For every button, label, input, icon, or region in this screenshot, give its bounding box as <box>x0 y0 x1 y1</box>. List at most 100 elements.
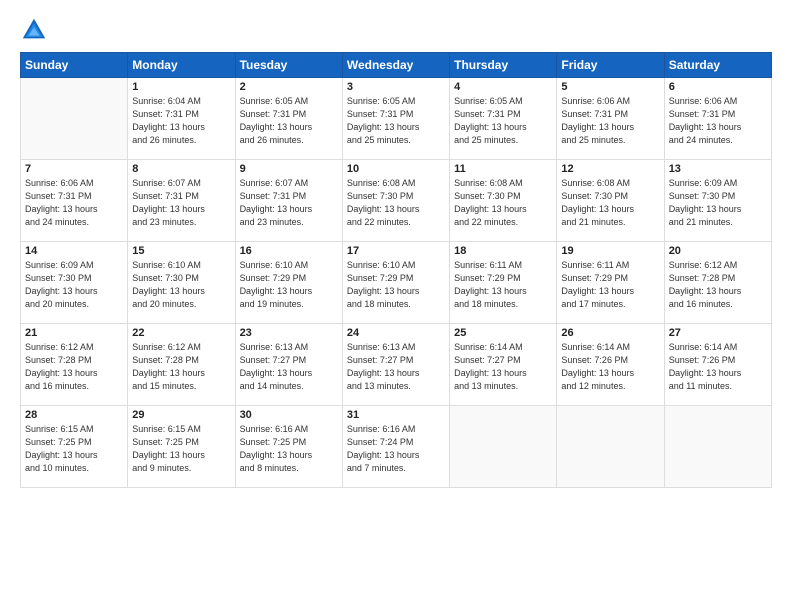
calendar-week-2: 7 Sunrise: 6:06 AM Sunset: 7:31 PM Daylig… <box>21 160 772 242</box>
day-number: 26 <box>561 327 659 339</box>
day-number: 3 <box>347 81 445 93</box>
calendar-cell: 27 Sunrise: 6:14 AM Sunset: 7:26 PM Dayli… <box>664 324 771 406</box>
day-number: 12 <box>561 163 659 175</box>
calendar-cell: 21 Sunrise: 6:12 AM Sunset: 7:28 PM Dayli… <box>21 324 128 406</box>
day-content: Sunrise: 6:14 AM Sunset: 7:26 PM Dayligh… <box>561 341 659 393</box>
calendar-cell: 12 Sunrise: 6:08 AM Sunset: 7:30 PM Dayli… <box>557 160 664 242</box>
calendar-cell: 25 Sunrise: 6:14 AM Sunset: 7:27 PM Dayli… <box>450 324 557 406</box>
calendar-cell: 29 Sunrise: 6:15 AM Sunset: 7:25 PM Dayli… <box>128 406 235 488</box>
day-content: Sunrise: 6:06 AM Sunset: 7:31 PM Dayligh… <box>25 177 123 229</box>
day-content: Sunrise: 6:06 AM Sunset: 7:31 PM Dayligh… <box>561 95 659 147</box>
calendar-cell: 13Sunrise: 6:09 AM Sunset: 7:30 PM Dayli… <box>664 160 771 242</box>
day-number: 15 <box>132 245 230 257</box>
calendar-cell <box>664 406 771 488</box>
day-number: 14 <box>25 245 123 257</box>
day-number: 11 <box>454 163 552 175</box>
day-content: Sunrise: 6:09 AM Sunset: 7:30 PM Dayligh… <box>25 259 123 311</box>
day-number: 22 <box>132 327 230 339</box>
day-number: 17 <box>347 245 445 257</box>
weekday-header-row: SundayMondayTuesdayWednesdayThursdayFrid… <box>21 53 772 78</box>
day-number: 16 <box>240 245 338 257</box>
day-content: Sunrise: 6:10 AM Sunset: 7:29 PM Dayligh… <box>240 259 338 311</box>
calendar-cell: 19 Sunrise: 6:11 AM Sunset: 7:29 PM Dayli… <box>557 242 664 324</box>
day-number: 18 <box>454 245 552 257</box>
day-content: Sunrise: 6:08 AM Sunset: 7:30 PM Dayligh… <box>454 177 552 229</box>
calendar-cell: 28Sunrise: 6:15 AM Sunset: 7:25 PM Dayli… <box>21 406 128 488</box>
day-content: Sunrise: 6:12 AM Sunset: 7:28 PM Dayligh… <box>669 259 767 311</box>
day-number: 23 <box>240 327 338 339</box>
calendar-cell: 7 Sunrise: 6:06 AM Sunset: 7:31 PM Daylig… <box>21 160 128 242</box>
day-number: 25 <box>454 327 552 339</box>
day-number: 4 <box>454 81 552 93</box>
weekday-header-sunday: Sunday <box>21 53 128 78</box>
logo <box>20 16 50 44</box>
day-content: Sunrise: 6:13 AM Sunset: 7:27 PM Dayligh… <box>347 341 445 393</box>
calendar-cell: 16 Sunrise: 6:10 AM Sunset: 7:29 PM Dayli… <box>235 242 342 324</box>
calendar-week-1: 1Sunrise: 6:04 AM Sunset: 7:31 PM Daylig… <box>21 78 772 160</box>
day-content: Sunrise: 6:07 AM Sunset: 7:31 PM Dayligh… <box>132 177 230 229</box>
weekday-header-thursday: Thursday <box>450 53 557 78</box>
day-content: Sunrise: 6:15 AM Sunset: 7:25 PM Dayligh… <box>132 423 230 475</box>
weekday-header-friday: Friday <box>557 53 664 78</box>
day-content: Sunrise: 6:11 AM Sunset: 7:29 PM Dayligh… <box>561 259 659 311</box>
day-content: Sunrise: 6:07 AM Sunset: 7:31 PM Dayligh… <box>240 177 338 229</box>
day-content: Sunrise: 6:16 AM Sunset: 7:24 PM Dayligh… <box>347 423 445 475</box>
day-number: 31 <box>347 409 445 421</box>
calendar-cell: 9 Sunrise: 6:07 AM Sunset: 7:31 PM Daylig… <box>235 160 342 242</box>
day-number: 1 <box>132 81 230 93</box>
calendar-week-5: 28 Sunrise: 6:15 AM Sunset: 7:25 PM Dayli… <box>21 406 772 488</box>
day-content: Sunrise: 6:05 AM Sunset: 7:31 PM Dayligh… <box>240 95 338 147</box>
page: SundayMondayTuesdayWednesdayThursdayFrid… <box>0 0 792 612</box>
calendar-cell: 17 Sunrise: 6:10 AM Sunset: 7:29 PM Dayli… <box>342 242 449 324</box>
calendar-cell <box>450 406 557 488</box>
day-content: Sunrise: 6:13 AM Sunset: 7:27 PM Dayligh… <box>240 341 338 393</box>
day-number: 27 <box>669 327 767 339</box>
day-number: 29 <box>132 409 230 421</box>
day-number: 7 <box>25 163 123 175</box>
calendar-cell <box>21 78 128 160</box>
day-number: 19 <box>561 245 659 257</box>
calendar-cell: 5 Sunrise: 6:06 AM Sunset: 7:31 PM Daylig… <box>557 78 664 160</box>
calendar-cell: 31 Sunrise: 6:16 AM Sunset: 7:24 PM Dayli… <box>342 406 449 488</box>
day-number: 20 <box>669 245 767 257</box>
calendar-cell: 30Sunrise: 6:16 AM Sunset: 7:25 PM Dayli… <box>235 406 342 488</box>
day-number: 8 <box>132 163 230 175</box>
calendar-cell <box>557 406 664 488</box>
calendar-cell: 23 Sunrise: 6:13 AM Sunset: 7:27 PM Dayli… <box>235 324 342 406</box>
day-content: Sunrise: 6:08 AM Sunset: 7:30 PM Dayligh… <box>347 177 445 229</box>
calendar-cell: 10 Sunrise: 6:08 AM Sunset: 7:30 PM Dayli… <box>342 160 449 242</box>
calendar-cell: 18 Sunrise: 6:11 AM Sunset: 7:29 PM Dayli… <box>450 242 557 324</box>
day-content: Sunrise: 6:10 AM Sunset: 7:29 PM Dayligh… <box>347 259 445 311</box>
day-content: Sunrise: 6:14 AM Sunset: 7:26 PM Dayligh… <box>669 341 767 393</box>
day-content: Sunrise: 6:11 AM Sunset: 7:29 PM Dayligh… <box>454 259 552 311</box>
weekday-header-saturday: Saturday <box>664 53 771 78</box>
day-number: 30 <box>240 409 338 421</box>
day-content: Sunrise: 6:05 AM Sunset: 7:31 PM Dayligh… <box>347 95 445 147</box>
calendar-cell: 3 Sunrise: 6:05 AM Sunset: 7:31 PM Daylig… <box>342 78 449 160</box>
calendar-cell: 8 Sunrise: 6:07 AM Sunset: 7:31 PM Daylig… <box>128 160 235 242</box>
day-number: 5 <box>561 81 659 93</box>
day-number: 10 <box>347 163 445 175</box>
day-number: 24 <box>347 327 445 339</box>
calendar-cell: 2 Sunrise: 6:05 AM Sunset: 7:31 PM Daylig… <box>235 78 342 160</box>
day-content: Sunrise: 6:08 AM Sunset: 7:30 PM Dayligh… <box>561 177 659 229</box>
day-content: Sunrise: 6:10 AM Sunset: 7:30 PM Dayligh… <box>132 259 230 311</box>
day-number: 13 <box>669 163 767 175</box>
day-number: 28 <box>25 409 123 421</box>
logo-icon <box>20 16 48 44</box>
calendar-table: SundayMondayTuesdayWednesdayThursdayFrid… <box>20 52 772 488</box>
day-content: Sunrise: 6:12 AM Sunset: 7:28 PM Dayligh… <box>25 341 123 393</box>
day-content: Sunrise: 6:14 AM Sunset: 7:27 PM Dayligh… <box>454 341 552 393</box>
calendar-cell: 15 Sunrise: 6:10 AM Sunset: 7:30 PM Dayli… <box>128 242 235 324</box>
day-number: 9 <box>240 163 338 175</box>
weekday-header-tuesday: Tuesday <box>235 53 342 78</box>
day-number: 2 <box>240 81 338 93</box>
weekday-header-wednesday: Wednesday <box>342 53 449 78</box>
calendar-cell: 1Sunrise: 6:04 AM Sunset: 7:31 PM Daylig… <box>128 78 235 160</box>
day-content: Sunrise: 6:06 AM Sunset: 7:31 PM Dayligh… <box>669 95 767 147</box>
day-content: Sunrise: 6:12 AM Sunset: 7:28 PM Dayligh… <box>132 341 230 393</box>
weekday-header-monday: Monday <box>128 53 235 78</box>
day-number: 21 <box>25 327 123 339</box>
day-content: Sunrise: 6:05 AM Sunset: 7:31 PM Dayligh… <box>454 95 552 147</box>
calendar-cell: 14 Sunrise: 6:09 AM Sunset: 7:30 PM Dayli… <box>21 242 128 324</box>
